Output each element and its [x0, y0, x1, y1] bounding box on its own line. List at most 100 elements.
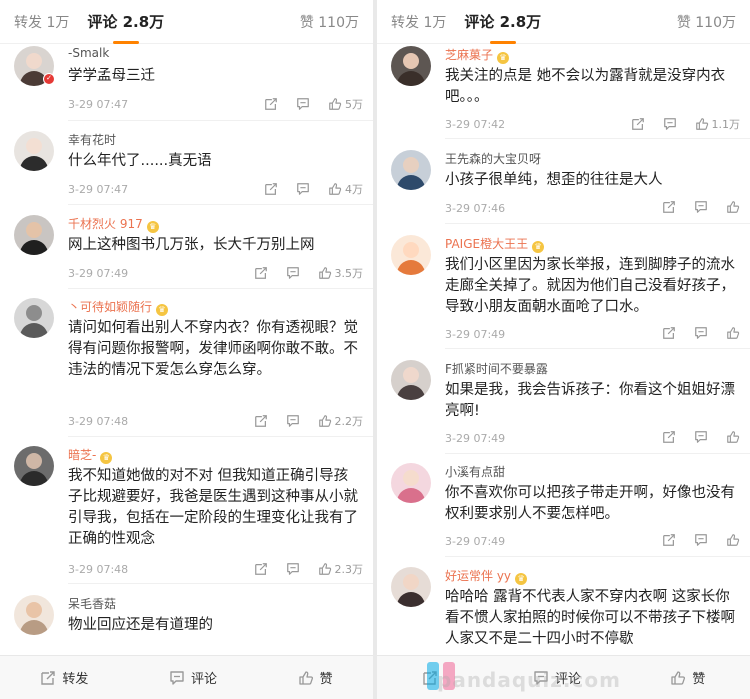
avatar[interactable] [391, 463, 431, 503]
like-label: 赞 [319, 672, 333, 687]
avatar[interactable] [391, 360, 431, 400]
comment-username[interactable]: 幸有花时 [68, 131, 116, 148]
comment-icon[interactable] [286, 266, 300, 280]
comment-meta: 3-29 07:49 3.5万 [68, 265, 363, 283]
comment-icon[interactable] [286, 414, 300, 428]
like-count: 2.3万 [334, 563, 364, 576]
comment-username[interactable]: -Smalk [68, 46, 109, 60]
comment-username[interactable]: 暗芝- ♛ [68, 446, 113, 464]
comment-username[interactable]: 小溪有点甜 [445, 463, 505, 480]
like-icon[interactable] [726, 430, 740, 444]
thumbs-up-icon [726, 430, 740, 444]
comment-username[interactable]: F抓紧时间不要暴露 [445, 360, 548, 377]
comment-meta: 3-29 07:47 4万 [68, 181, 363, 199]
comment-username-text[interactable]: 丶可待如颖随行 [68, 300, 152, 314]
repost-icon[interactable] [264, 182, 278, 196]
comment-username[interactable]: 丶可待如颖随行 ♛ [68, 298, 169, 316]
avatar[interactable] [14, 595, 54, 635]
repost-icon[interactable] [662, 326, 676, 340]
crown-badge-icon: ♛ [100, 452, 113, 464]
comment-username[interactable]: 好运常伴 yy ♛ [445, 567, 528, 585]
like-button[interactable]: 1.1万 [695, 116, 740, 132]
comment-button[interactable]: 评论 [169, 668, 217, 687]
comment-item: 芝麻菓子 ♛ 我关注的点是 她不会以为露背就是没穿内衣吧。。。 3-29 07:4… [377, 46, 750, 138]
repost-icon[interactable] [264, 97, 278, 111]
comment-username[interactable]: 呆毛香菇 [68, 595, 116, 612]
like-button[interactable]: 2.2万 [318, 413, 364, 429]
avatar[interactable] [14, 215, 54, 255]
comment-username-text[interactable]: 好运常伴 yy [445, 569, 511, 583]
like-button[interactable]: 赞 [298, 668, 333, 687]
comment-icon[interactable] [694, 200, 708, 214]
comment-username[interactable]: PAIGE橙大王王 ♛ [445, 235, 545, 253]
share-box-icon [40, 670, 56, 686]
like-button[interactable]: 2.3万 [318, 561, 364, 577]
like-button[interactable]: 4万 [328, 181, 363, 197]
like-icon[interactable] [726, 200, 740, 214]
crown-badge-icon: ♛ [156, 304, 169, 316]
like-label: 赞 [692, 672, 706, 687]
right-bottom-action-bar: 评论 赞 pandaquiz.com [377, 655, 750, 699]
comment-time: 3-29 07:47 [68, 98, 129, 111]
repost-icon[interactable] [662, 200, 676, 214]
repost-icon[interactable] [662, 533, 676, 547]
like-button[interactable]: 3.5万 [318, 265, 364, 281]
comment-icon[interactable] [663, 117, 677, 131]
avatar[interactable] [14, 446, 54, 486]
comment-text: 我们小区里因为家长举报，连到脚脖子的流水走廊全关掉了。就因为他们自己没看好孩子，… [445, 257, 735, 315]
comment-icon[interactable] [694, 533, 708, 547]
comment-icon[interactable] [296, 97, 310, 111]
avatar[interactable] [391, 567, 431, 607]
avatar[interactable] [391, 235, 431, 275]
comment-item: 王先森的大宝贝呀 小孩子很单纯，想歪的往往是大人 3-29 07:46 [377, 150, 750, 222]
tab-likes[interactable]: 赞 110万 [300, 12, 359, 32]
like-count: 5万 [345, 98, 363, 111]
comment-username-text[interactable]: 千材烈火 917 [68, 217, 143, 231]
comment-username-text[interactable]: 芝麻菓子 [445, 48, 493, 62]
comment-icon[interactable] [286, 562, 300, 576]
repost-icon[interactable] [254, 266, 268, 280]
tab-repost[interactable]: 转发 1万 [14, 12, 69, 32]
comment-item: 千材烈火 917 ♛ 网上这种图书几万张，长大千万别上网 3-29 07:49 3… [0, 215, 373, 293]
comment-text: 物业回应还是有道理的 [68, 617, 213, 633]
like-button[interactable]: 赞 [670, 668, 705, 687]
repost-icon[interactable] [254, 414, 268, 428]
thumbs-up-icon [726, 326, 740, 340]
comment-time: 3-29 07:46 [445, 202, 506, 215]
divider [68, 120, 373, 121]
repost-icon[interactable] [631, 117, 645, 131]
like-icon[interactable] [726, 533, 740, 547]
comment-text: 如果是我，我会告诉孩子：你看这个姐姐好漂亮啊! [445, 382, 735, 419]
avatar[interactable] [391, 150, 431, 190]
repost-button[interactable]: 转发 [40, 668, 88, 687]
like-button[interactable]: 5万 [328, 96, 363, 112]
comment-icon[interactable] [694, 430, 708, 444]
tab-likes[interactable]: 赞 110万 [677, 12, 736, 32]
divider [445, 453, 750, 454]
comment-item: PAIGE橙大王王 ♛ 我们小区里因为家长举报，连到脚脖子的流水走廊全关掉了。就因… [377, 235, 750, 353]
comment-username[interactable]: 芝麻菓子 ♛ [445, 46, 510, 64]
like-count: 3.5万 [334, 267, 364, 280]
comment-username-text[interactable]: PAIGE橙大王王 [445, 237, 528, 251]
like-count: 2.2万 [334, 415, 364, 428]
comment-meta: 3-29 07:47 5万 [68, 96, 363, 114]
like-icon[interactable] [726, 326, 740, 340]
comment-icon[interactable] [694, 326, 708, 340]
avatar[interactable] [14, 131, 54, 171]
repost-icon[interactable] [662, 430, 676, 444]
tab-repost[interactable]: 转发 1万 [391, 12, 446, 32]
thumbs-up-icon [726, 200, 740, 214]
tab-comments[interactable]: 评论 2.8万 [464, 11, 541, 32]
avatar[interactable] [14, 298, 54, 338]
comment-username[interactable]: 王先森的大宝贝呀 [445, 150, 541, 167]
comment-time: 3-29 07:49 [445, 432, 506, 445]
tab-comments[interactable]: 评论 2.8万 [87, 11, 164, 32]
comment-icon[interactable] [296, 182, 310, 196]
comment-meta: 3-29 07:49 [445, 430, 740, 448]
divider [445, 556, 750, 557]
comment-text: 哈哈哈 露背不代表人家不穿内衣啊 这家长你看不惯人家拍照的时候你可以不带孩子下楼… [445, 589, 735, 647]
comment-username[interactable]: 千材烈火 917 ♛ [68, 215, 159, 233]
avatar[interactable] [391, 46, 431, 86]
repost-icon[interactable] [254, 562, 268, 576]
comment-username-text[interactable]: 暗芝- [68, 448, 96, 462]
